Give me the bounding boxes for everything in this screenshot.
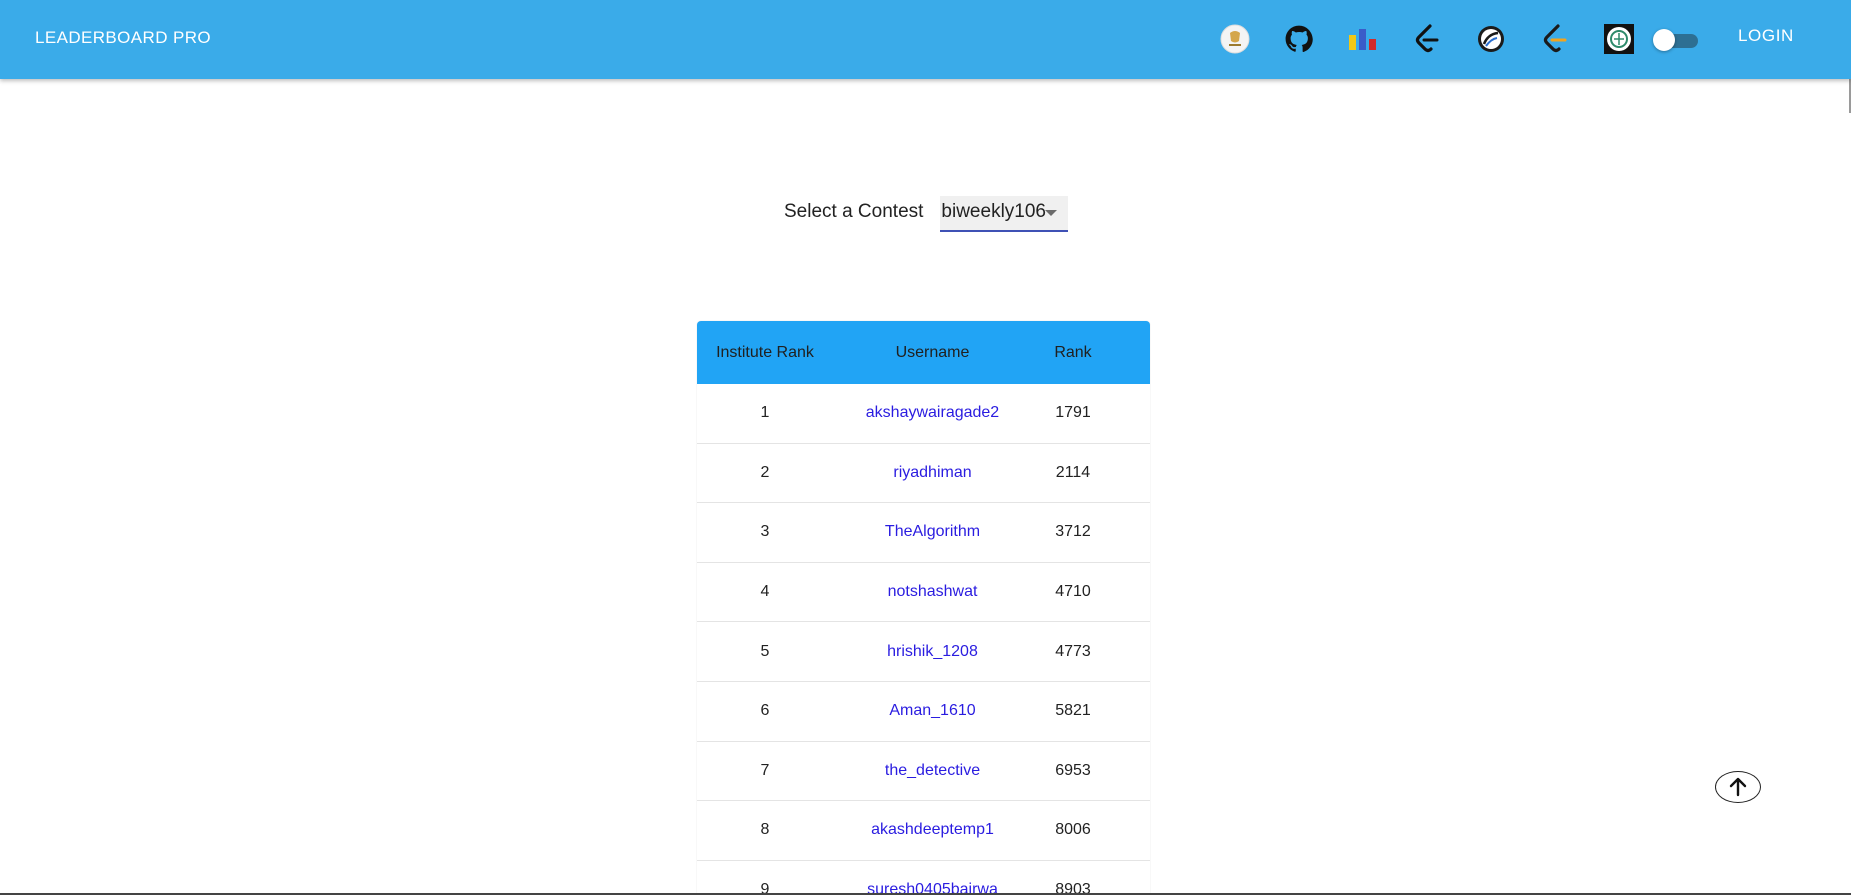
table-row: 9 suresh0405bairwa 8903 — [697, 860, 1150, 895]
github-icon[interactable] — [1283, 23, 1315, 55]
table-row: 4 notshashwat 4710 — [697, 562, 1150, 623]
column-header-rank[interactable]: Rank — [1032, 344, 1114, 362]
username-link[interactable]: TheAlgorithm — [833, 523, 1032, 541]
institute-rank-cell: 2 — [760, 463, 770, 481]
rank-cell: 5821 — [1055, 702, 1091, 720]
table-row: 8 akashdeeptemp1 8006 — [697, 801, 1150, 861]
chevron-down-icon — [1045, 210, 1058, 216]
leetcode-alt-icon[interactable] — [1539, 23, 1571, 55]
toggle-thumb — [1653, 29, 1675, 51]
username-link[interactable]: hrishik_1208 — [833, 643, 1032, 661]
institute-rank-cell: 8 — [760, 821, 770, 839]
username-link[interactable]: akashdeeptemp1 — [833, 821, 1032, 839]
rank-cell: 4773 — [1055, 642, 1091, 660]
contest-selector: Select a Contest biweekly106 — [784, 196, 1069, 232]
table-row: 2 riyadhiman 2114 — [697, 443, 1150, 504]
arrow-up-icon — [1729, 777, 1747, 797]
username-link[interactable]: Aman_1610 — [833, 702, 1032, 720]
table-row: 5 hrishik_1208 4773 — [697, 622, 1150, 682]
institute-rank-cell: 3 — [760, 523, 770, 541]
institute-logo-icon[interactable] — [1219, 23, 1251, 55]
table-body: 1 akshaywairagade2 1791 2 riyadhiman 2114 3 The… — [697, 384, 1150, 895]
rank-cell: 8006 — [1055, 821, 1091, 839]
rank-cell: 1791 — [1055, 404, 1091, 422]
table-row: 1 akshaywairagade2 1791 — [697, 384, 1150, 444]
contest-select-value: biweekly106 — [941, 201, 1046, 222]
codeforces-icon[interactable] — [1475, 23, 1507, 55]
institute-rank-cell: 1 — [760, 404, 770, 422]
username-link[interactable]: the_detective — [833, 762, 1032, 780]
institute-rank-cell: 4 — [760, 583, 770, 601]
login-button[interactable]: LOGIN — [1738, 26, 1794, 50]
table-row: 6 Aman_1610 5821 — [697, 681, 1150, 742]
table-row: 7 the_detective 6953 — [697, 741, 1150, 802]
institute-seal-icon[interactable] — [1603, 23, 1635, 55]
contest-select[interactable]: biweekly106 — [940, 196, 1069, 232]
column-header-institute-rank[interactable]: Institute Rank — [697, 344, 833, 362]
brand-title[interactable]: LEADERBOARD PRO — [35, 28, 211, 48]
institute-rank-cell: 5 — [760, 642, 770, 660]
username-link[interactable]: akshaywairagade2 — [833, 404, 1032, 422]
bar-chart-icon[interactable] — [1347, 23, 1379, 55]
username-link[interactable]: notshashwat — [833, 583, 1032, 601]
contest-label: Select a Contest — [784, 201, 924, 222]
app-bar: LEADERBOARD PRO LOGIN — [0, 0, 1851, 79]
table-row: 3 TheAlgorithm 3712 — [697, 503, 1150, 563]
leetcode-icon[interactable] — [1411, 23, 1443, 55]
rank-cell: 6953 — [1055, 761, 1091, 779]
leaderboard-table: Institute Rank Username Rank 1 akshaywair… — [697, 321, 1150, 895]
table-header: Institute Rank Username Rank — [697, 321, 1150, 384]
page: LEADERBOARD PRO LOGIN Select a Contest b… — [0, 0, 1851, 895]
scroll-to-top-button[interactable] — [1715, 771, 1761, 803]
column-header-username[interactable]: Username — [833, 344, 1032, 362]
rank-cell: 4710 — [1055, 583, 1091, 601]
rank-cell: 2114 — [1055, 463, 1091, 481]
theme-toggle[interactable] — [1652, 27, 1700, 53]
institute-rank-cell: 7 — [760, 761, 770, 779]
institute-rank-cell: 6 — [760, 702, 770, 720]
username-link[interactable]: riyadhiman — [833, 464, 1032, 482]
rank-cell: 3712 — [1055, 523, 1091, 541]
